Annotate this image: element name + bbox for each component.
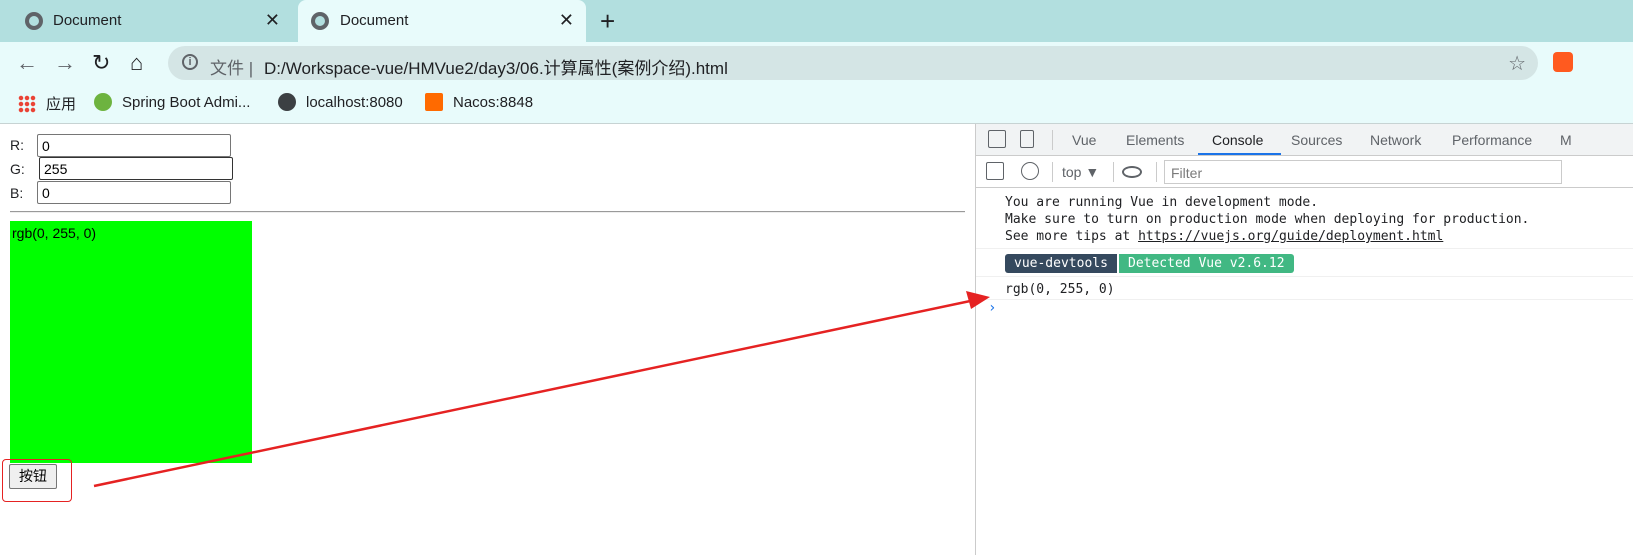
console-message: Make sure to turn on production mode whe… (1005, 212, 1530, 227)
device-toggle-icon[interactable] (1020, 130, 1034, 148)
console-prompt[interactable]: › (988, 300, 996, 316)
tab-strip: Document ✕ Document ✕ + (0, 0, 1633, 42)
tab-title: Document (53, 12, 122, 29)
active-tab-indicator (1198, 153, 1281, 155)
sidebar-toggle-icon[interactable] (986, 162, 1004, 180)
action-button[interactable]: 按钮 (9, 464, 57, 489)
new-tab-button[interactable]: + (600, 6, 615, 37)
tab-vue[interactable]: Vue (1072, 132, 1096, 148)
message-separator (976, 299, 1633, 300)
tab-network[interactable]: Network (1370, 132, 1421, 148)
tab-elements[interactable]: Elements (1126, 132, 1184, 148)
console-message: See more tips at https://vuejs.org/guide… (1005, 229, 1444, 244)
extension-icon[interactable] (1553, 52, 1573, 72)
inspect-icon[interactable] (988, 130, 1006, 148)
vue-devtools-badge: vue-devtools (1005, 254, 1117, 273)
separator (1052, 130, 1053, 150)
reload-button[interactable]: ↻ (92, 50, 110, 76)
globe-icon (25, 12, 43, 30)
console-log-rgb: rgb(0, 255, 0) (1005, 282, 1115, 297)
eye-icon[interactable] (1122, 166, 1142, 178)
apps-grid-icon (18, 94, 36, 113)
bookmark-localhost[interactable]: localhost:8080 (278, 93, 403, 111)
g-row: G: (10, 161, 25, 177)
color-preview-text: rgb(0, 255, 0) (12, 225, 97, 241)
b-label: B: (10, 185, 24, 201)
vue-version-badge: Detected Vue v2.6.12 (1119, 254, 1294, 273)
tab-more[interactable]: M (1560, 132, 1572, 148)
message-separator (976, 276, 1633, 277)
separator (1156, 162, 1157, 182)
page-content: R: G: B: rgb(0, 255, 0) 按钮 (0, 124, 975, 555)
home-button[interactable]: ⌂ (130, 50, 143, 76)
tab-sources[interactable]: Sources (1291, 132, 1342, 148)
g-label: G: (10, 161, 25, 177)
back-button[interactable]: ← (16, 50, 38, 76)
devtools-tabbar: Vue Elements Console Sources Network Per… (976, 124, 1633, 156)
close-icon[interactable]: ✕ (559, 10, 574, 31)
separator (1052, 162, 1053, 182)
pulse-icon (94, 93, 112, 111)
devtools-panel: Vue Elements Console Sources Network Per… (975, 124, 1633, 555)
bookmarks-bar: 应用 Spring Boot Admi... localhost:8080 Na… (0, 84, 1633, 124)
context-selector[interactable]: top ▼ (1062, 164, 1099, 180)
globe-icon (311, 12, 329, 30)
message-separator (976, 248, 1633, 249)
b-row: B: (10, 185, 23, 201)
console-toolbar: top ▼ Filter (976, 156, 1633, 188)
deployment-link[interactable]: https://vuejs.org/guide/deployment.html (1138, 229, 1443, 244)
tab-console[interactable]: Console (1212, 132, 1263, 148)
address-bar[interactable]: i 文件 | D:/Workspace-vue/HMVue2/day3/06.计… (168, 46, 1538, 80)
tab-performance[interactable]: Performance (1452, 132, 1532, 148)
address-url[interactable]: D:/Workspace-vue/HMVue2/day3/06.计算属性(案例介… (264, 54, 728, 79)
b-input[interactable] (37, 181, 231, 204)
close-icon[interactable]: ✕ (265, 10, 280, 31)
tab-document-2[interactable]: Document ✕ (298, 0, 586, 42)
r-label: R: (10, 137, 24, 153)
browser-toolbar: ← → ↻ ⌂ i 文件 | D:/Workspace-vue/HMVue2/d… (0, 42, 1633, 84)
globe-icon (278, 93, 296, 111)
forward-button[interactable]: → (54, 50, 76, 76)
r-row: R: (10, 137, 24, 153)
aliyun-icon (425, 93, 443, 111)
tab-document-1[interactable]: Document ✕ (0, 0, 292, 42)
r-input[interactable] (37, 134, 231, 157)
tab-title: Document (340, 12, 409, 29)
bookmark-star-icon[interactable]: ☆ (1508, 51, 1526, 76)
filter-input[interactable]: Filter (1164, 160, 1562, 184)
info-icon[interactable]: i (182, 54, 198, 70)
g-input[interactable] (39, 157, 233, 180)
clear-console-icon[interactable] (1021, 162, 1039, 180)
bookmark-apps[interactable]: 应用 (18, 93, 76, 114)
color-preview-box: rgb(0, 255, 0) (10, 221, 252, 463)
bookmark-nacos[interactable]: Nacos:8848 (425, 93, 533, 111)
bookmark-spring-boot-admin[interactable]: Spring Boot Admi... (94, 93, 250, 111)
separator (1113, 162, 1114, 182)
console-message: You are running Vue in development mode. (1005, 195, 1319, 210)
address-scheme-label: 文件 | (210, 59, 254, 78)
divider (10, 211, 965, 213)
